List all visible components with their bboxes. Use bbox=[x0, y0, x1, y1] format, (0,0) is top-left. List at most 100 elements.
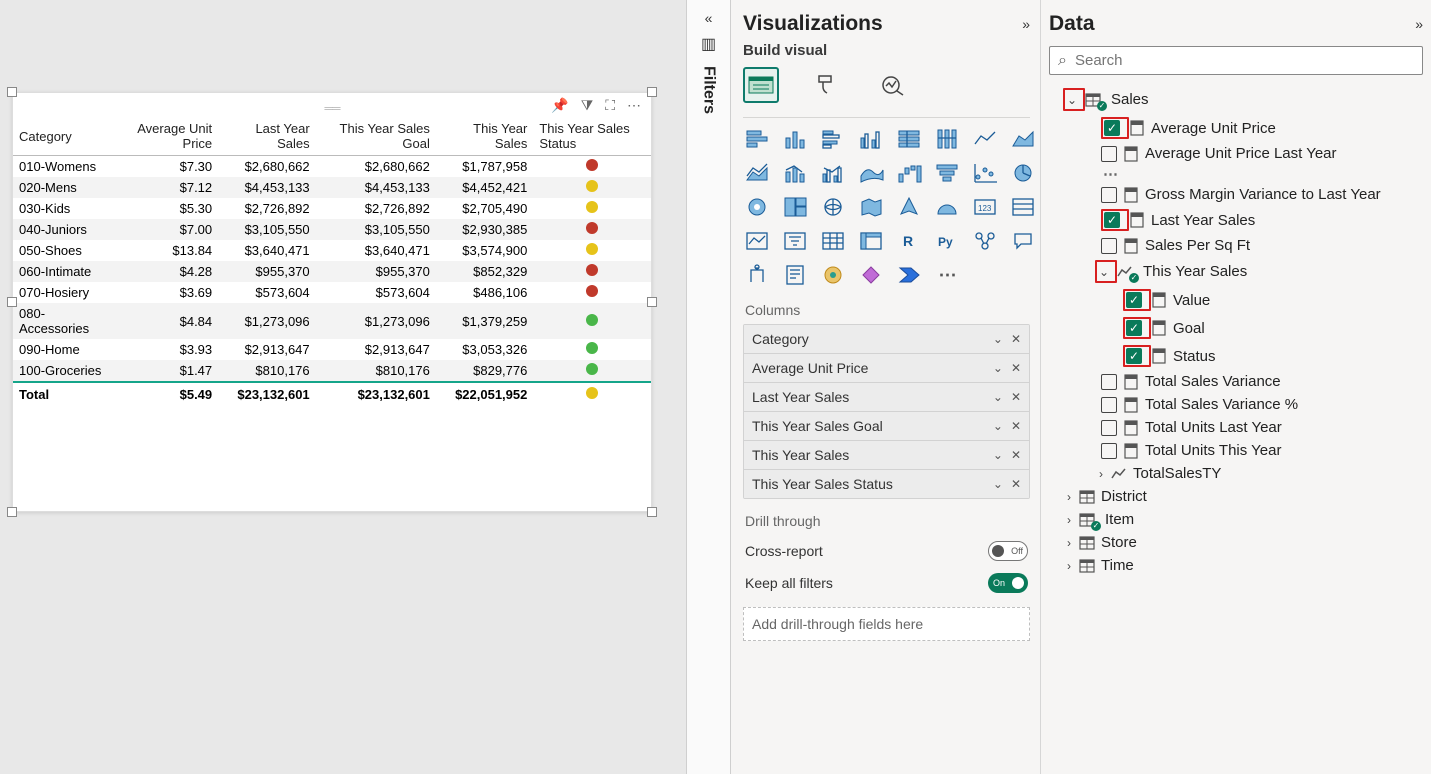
field-well-item[interactable]: This Year Sales Goal⌄✕ bbox=[744, 411, 1029, 440]
chevron-down-icon[interactable]: ⌄ bbox=[993, 390, 1003, 404]
field-well-item[interactable]: This Year Sales⌄✕ bbox=[744, 440, 1029, 469]
viz-area[interactable] bbox=[1009, 126, 1039, 152]
viz-slicer[interactable] bbox=[781, 228, 811, 254]
viz-key-influencers[interactable] bbox=[971, 228, 1001, 254]
drag-grip-icon[interactable]: ══ bbox=[324, 101, 339, 115]
search-input[interactable] bbox=[1073, 51, 1414, 70]
column-header[interactable]: Category bbox=[13, 117, 114, 156]
tree-field[interactable]: ✓Status bbox=[1049, 342, 1423, 370]
caret-right-icon[interactable]: › bbox=[1063, 513, 1075, 527]
caret-right-icon[interactable]: › bbox=[1063, 490, 1075, 504]
viz-card[interactable]: 123 bbox=[971, 194, 1001, 220]
viz-ribbon[interactable] bbox=[857, 160, 887, 186]
viz-funnel[interactable] bbox=[933, 160, 963, 186]
tree-field[interactable]: Sales Per Sq Ft bbox=[1049, 234, 1423, 257]
analytics-tab[interactable] bbox=[875, 67, 911, 103]
viz-table[interactable] bbox=[819, 228, 849, 254]
pin-icon[interactable]: 📌 bbox=[551, 97, 568, 114]
viz-filled-map[interactable] bbox=[857, 194, 887, 220]
report-canvas[interactable]: ══ 📌 ⧩ ⛶ ⋯ CategoryAverage Unit PriceLas… bbox=[0, 0, 686, 774]
collapse-data-icon[interactable]: » bbox=[1415, 16, 1423, 32]
viz-paginated[interactable] bbox=[781, 262, 811, 288]
resize-handle-br[interactable] bbox=[647, 507, 657, 517]
caret-right-icon[interactable]: › bbox=[1063, 536, 1075, 550]
viz-arcgis[interactable] bbox=[819, 262, 849, 288]
table-visual[interactable]: ══ 📌 ⧩ ⛶ ⋯ CategoryAverage Unit PriceLas… bbox=[12, 92, 652, 512]
field-checkbox[interactable]: ✓ bbox=[1126, 348, 1142, 364]
table-row[interactable]: 090-Home$3.93$2,913,647$2,913,647$3,053,… bbox=[13, 339, 651, 360]
more-options-icon[interactable]: ⋯ bbox=[627, 97, 641, 114]
collapse-viz-icon[interactable]: » bbox=[1022, 16, 1030, 32]
tree-field[interactable]: Total Units Last Year bbox=[1049, 416, 1423, 439]
remove-field-icon[interactable]: ✕ bbox=[1011, 390, 1021, 404]
chevron-down-icon[interactable]: ⌄ bbox=[993, 419, 1003, 433]
viz-stacked-area[interactable] bbox=[743, 160, 773, 186]
table-row[interactable]: 100-Groceries$1.47$810,176$810,176$829,7… bbox=[13, 360, 651, 382]
tree-field[interactable]: Gross Margin Variance to Last Year bbox=[1049, 183, 1423, 206]
chevron-down-icon[interactable]: ⌄ bbox=[993, 361, 1003, 375]
viz-powerautomate[interactable] bbox=[895, 262, 925, 288]
tree-field[interactable]: ✓Value bbox=[1049, 286, 1423, 314]
viz-clustered-column[interactable] bbox=[857, 126, 887, 152]
viz-qa[interactable] bbox=[1009, 228, 1039, 254]
chevron-down-icon[interactable]: ⌄ bbox=[993, 448, 1003, 462]
cross-report-toggle[interactable]: Off bbox=[988, 541, 1028, 561]
viz-100-stacked-column[interactable] bbox=[933, 126, 963, 152]
viz-gauge[interactable] bbox=[933, 194, 963, 220]
keep-filters-toggle[interactable]: On bbox=[988, 573, 1028, 593]
table-row[interactable]: 060-Intimate$4.28$955,370$955,370$852,32… bbox=[13, 261, 651, 282]
viz-r[interactable]: R bbox=[895, 228, 925, 254]
tree-field-totalsalesty[interactable]: ›TotalSalesTY bbox=[1049, 462, 1423, 485]
table-row[interactable]: 030-Kids$5.30$2,726,892$2,726,892$2,705,… bbox=[13, 198, 651, 219]
tree-field[interactable]: ✓Average Unit Price bbox=[1049, 114, 1423, 142]
field-checkbox[interactable]: ✓ bbox=[1126, 292, 1142, 308]
viz-scatter[interactable] bbox=[971, 160, 1001, 186]
table-row[interactable]: 040-Juniors$7.00$3,105,550$3,105,550$2,9… bbox=[13, 219, 651, 240]
column-header[interactable]: This Year Sales Status bbox=[533, 117, 651, 156]
caret-down-icon[interactable]: ⌄ bbox=[1098, 265, 1110, 279]
viz-donut[interactable] bbox=[743, 194, 773, 220]
field-checkbox[interactable] bbox=[1101, 374, 1117, 390]
table-row[interactable]: 020-Mens$7.12$4,453,133$4,453,133$4,452,… bbox=[13, 177, 651, 198]
field-checkbox[interactable] bbox=[1101, 443, 1117, 459]
viz-100-stacked-bar[interactable] bbox=[895, 126, 925, 152]
viz-line-clustered-col[interactable] bbox=[819, 160, 849, 186]
viz-narrative[interactable] bbox=[743, 262, 773, 288]
column-header[interactable]: Last Year Sales bbox=[218, 117, 316, 156]
resize-handle-bl[interactable] bbox=[7, 507, 17, 517]
tree-table[interactable]: ›✓Item bbox=[1049, 508, 1423, 531]
remove-field-icon[interactable]: ✕ bbox=[1011, 332, 1021, 346]
tree-table[interactable]: ›District bbox=[1049, 485, 1423, 508]
table-row[interactable]: 080-Accessories$4.84$1,273,096$1,273,096… bbox=[13, 303, 651, 339]
table-row[interactable]: 070-Hosiery$3.69$573,604$573,604$486,106 bbox=[13, 282, 651, 303]
more-fields[interactable]: ⋯ bbox=[1049, 165, 1423, 183]
tree-field[interactable]: Total Sales Variance bbox=[1049, 370, 1423, 393]
viz-stacked-bar[interactable] bbox=[743, 126, 773, 152]
tree-field[interactable]: ✓Goal bbox=[1049, 314, 1423, 342]
columns-field-well[interactable]: Category⌄✕Average Unit Price⌄✕Last Year … bbox=[743, 324, 1030, 499]
field-checkbox[interactable] bbox=[1101, 238, 1117, 254]
field-checkbox[interactable] bbox=[1101, 420, 1117, 436]
search-field[interactable]: ⌕ bbox=[1049, 46, 1423, 75]
caret-down-icon[interactable]: ⌄ bbox=[1066, 93, 1078, 107]
column-header[interactable]: This Year Sales bbox=[436, 117, 533, 156]
expand-filters-icon[interactable]: « bbox=[705, 10, 713, 26]
resize-handle-tl[interactable] bbox=[7, 87, 17, 97]
viz-line-stacked-col[interactable] bbox=[781, 160, 811, 186]
field-checkbox[interactable] bbox=[1101, 187, 1117, 203]
field-well-item[interactable]: Category⌄✕ bbox=[744, 325, 1029, 353]
column-header[interactable]: Average Unit Price bbox=[114, 117, 218, 156]
table-row[interactable]: 010-Womens$7.30$2,680,662$2,680,662$1,78… bbox=[13, 156, 651, 178]
remove-field-icon[interactable]: ✕ bbox=[1011, 477, 1021, 491]
field-well-item[interactable]: This Year Sales Status⌄✕ bbox=[744, 469, 1029, 498]
viz-multirow-card[interactable] bbox=[1009, 194, 1039, 220]
viz-line[interactable] bbox=[971, 126, 1001, 152]
field-checkbox[interactable] bbox=[1101, 146, 1117, 162]
format-visual-tab[interactable] bbox=[809, 67, 845, 103]
tree-field[interactable]: Average Unit Price Last Year bbox=[1049, 142, 1423, 165]
viz-matrix[interactable] bbox=[857, 228, 887, 254]
remove-field-icon[interactable]: ✕ bbox=[1011, 419, 1021, 433]
filter-icon[interactable]: ⧩ bbox=[581, 97, 594, 114]
field-well-item[interactable]: Average Unit Price⌄✕ bbox=[744, 353, 1029, 382]
chevron-down-icon[interactable]: ⌄ bbox=[993, 477, 1003, 491]
